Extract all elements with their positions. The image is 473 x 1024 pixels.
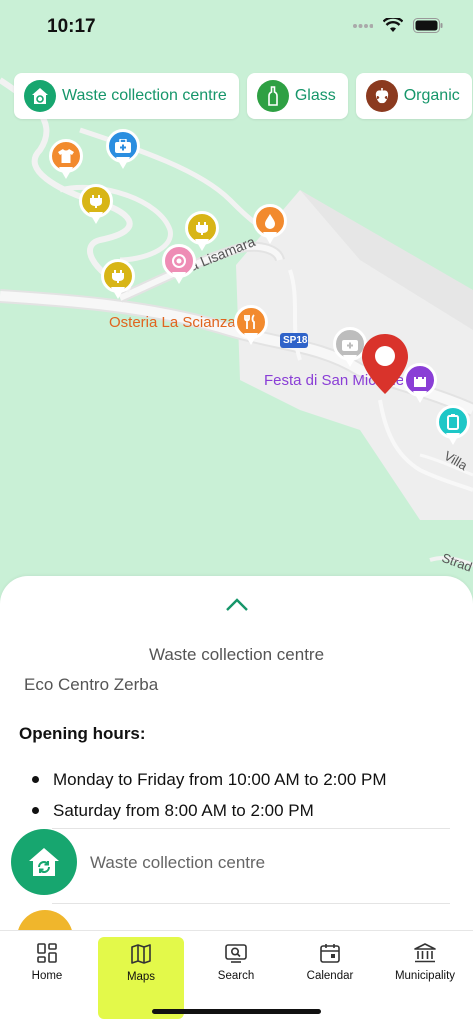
- tab-label: Municipality: [394, 970, 456, 982]
- restaurant-poi-pin-pink[interactable]: [162, 244, 196, 288]
- tab-label: Home: [31, 970, 63, 982]
- status-time: 10:17: [47, 16, 96, 37]
- chip-label: Glass: [294, 87, 336, 104]
- chip-organic[interactable]: Organic: [355, 73, 472, 119]
- signal-dots-icon: [353, 23, 373, 28]
- hours-text: Monday to Friday from 10:00 AM to 2:00 P…: [53, 769, 387, 789]
- oil-poi-pin[interactable]: [253, 204, 287, 248]
- recycle-house-icon: [24, 80, 56, 112]
- map-icon: [131, 944, 151, 964]
- pharmacy-poi-pin[interactable]: [106, 129, 140, 173]
- tab-label: Search: [217, 970, 255, 982]
- list-item: Monday to Friday from 10:00 AM to 2:00 P…: [32, 764, 387, 795]
- apple-core-icon: [365, 80, 398, 112]
- list-item: Saturday from 8:00 AM to 2:00 PM: [32, 795, 387, 826]
- list-item-waste-centre[interactable]: Waste collection centre: [11, 829, 471, 895]
- sheet-title: Waste collection centre: [148, 645, 325, 664]
- search-icon: [225, 944, 247, 963]
- electrical-poi-pin-3[interactable]: [101, 259, 135, 303]
- tab-calendar[interactable]: Calendar: [283, 931, 377, 1019]
- opening-hours-list: Monday to Friday from 10:00 AM to 2:00 P…: [32, 764, 387, 826]
- chevron-up-icon[interactable]: [224, 597, 250, 613]
- tab-search[interactable]: Search: [189, 931, 283, 1019]
- map-label-osteria[interactable]: Osteria La Scianza: [109, 314, 236, 331]
- recycle-house-icon: [11, 829, 77, 895]
- bottle-icon: [256, 80, 289, 112]
- calendar-icon: [320, 944, 340, 963]
- bank-icon: [414, 943, 436, 963]
- wifi-icon: [383, 18, 403, 32]
- opening-hours-heading: Opening hours:: [19, 724, 146, 743]
- tab-home[interactable]: Home: [0, 931, 94, 1019]
- chip-label: Organic: [403, 87, 460, 104]
- home-indicator: [152, 1009, 321, 1014]
- tab-label: Maps: [126, 971, 156, 983]
- category-chips: Waste collection centre Glass Organic: [14, 73, 472, 119]
- hours-text: Saturday from 8:00 AM to 2:00 PM: [53, 800, 314, 820]
- tab-municipality[interactable]: Municipality: [378, 931, 472, 1019]
- place-name: Eco Centro Zerba: [24, 675, 159, 694]
- chip-glass[interactable]: Glass: [246, 73, 348, 119]
- selected-location-marker[interactable]: [360, 332, 410, 396]
- tab-label: Calendar: [306, 970, 354, 982]
- map-label-sp18: SP18: [283, 335, 308, 346]
- restaurant-poi-pin[interactable]: [234, 305, 268, 349]
- clothing-poi-pin[interactable]: [49, 139, 83, 183]
- status-bar: 10:17: [0, 0, 473, 54]
- divider: [52, 903, 450, 904]
- battery-status-icon: [413, 18, 443, 33]
- grid-icon: [37, 943, 57, 963]
- chip-waste-collection-centre[interactable]: Waste collection centre: [14, 73, 239, 119]
- tab-maps[interactable]: Maps: [98, 937, 184, 1019]
- chip-label: Waste collection centre: [62, 87, 227, 104]
- list-item-label: Waste collection centre: [90, 853, 266, 872]
- battery-poi-pin[interactable]: [436, 405, 470, 449]
- electrical-poi-pin-1[interactable]: [79, 184, 113, 228]
